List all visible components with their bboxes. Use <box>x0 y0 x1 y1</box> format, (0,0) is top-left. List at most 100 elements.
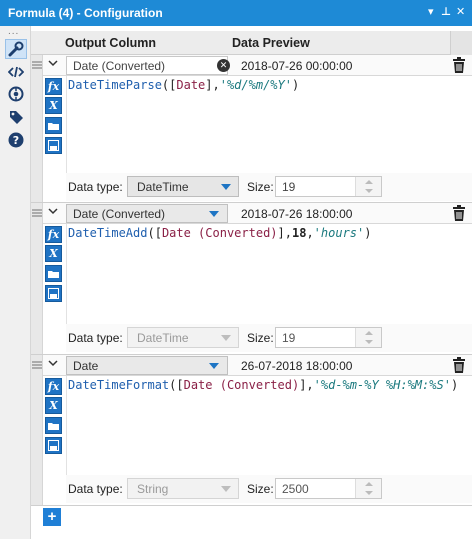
data-type-value: String <box>137 482 169 496</box>
drag-column <box>31 355 43 505</box>
open-folder-icon[interactable] <box>45 265 62 282</box>
title-bar: Formula (4) - Configuration ▾ ⊥ ✕ <box>0 0 472 26</box>
expr-function: DateTimeFormat <box>68 378 170 392</box>
expression-text[interactable]: DateTimeAdd([Date (Converted)],18,'hours… <box>68 226 371 240</box>
trash-icon[interactable] <box>452 357 466 373</box>
expr-field: Date (Converted) <box>161 226 278 240</box>
functions-icon[interactable]: fx <box>45 226 62 243</box>
output-column-input[interactable]: Date (Converted) <box>66 56 228 75</box>
dropdown-arrow-icon <box>221 335 231 341</box>
drag-handle-icon[interactable] <box>32 360 42 370</box>
size-input: 19 <box>275 327 382 348</box>
expr-punct: ], <box>277 226 292 240</box>
save-icon[interactable] <box>45 137 62 154</box>
variables-icon[interactable]: X <box>45 97 62 114</box>
formula-block-1: Date (Converted) ✕ 2018-07-26 00:00:00 f… <box>31 55 472 203</box>
data-type-value: DateTime <box>137 331 189 345</box>
sidebar-grip: ... <box>8 26 20 37</box>
layout-icon[interactable] <box>5 84 27 104</box>
data-type-value: DateTime <box>137 180 189 194</box>
expr-punct: , <box>306 226 314 240</box>
functions-icon[interactable]: fx <box>45 378 62 395</box>
size-stepper[interactable] <box>355 177 381 196</box>
output-column-value: Date (Converted) <box>73 59 166 73</box>
expr-punct: ], <box>299 378 314 392</box>
chevron-down-icon[interactable] <box>48 359 58 370</box>
expr-punct: ) <box>291 78 300 92</box>
trash-icon[interactable] <box>452 205 466 221</box>
expr-punct: ([ <box>147 226 162 240</box>
data-type-select: DateTime <box>127 327 239 348</box>
expr-punct: ], <box>205 78 220 92</box>
formula-header-row: Date (Converted) ✕ 2018-07-26 00:00:00 <box>43 55 472 76</box>
expr-string: '%d/%m/%Y' <box>219 78 292 92</box>
expr-punct: ) <box>364 226 372 240</box>
data-preview-value: 26-07-2018 18:00:00 <box>241 359 353 373</box>
save-icon[interactable] <box>45 285 62 302</box>
code-icon[interactable] <box>5 62 27 82</box>
formula-tools: fx X <box>43 224 65 326</box>
data-preview-value: 2018-07-26 18:00:00 <box>241 207 353 221</box>
chevron-down-icon[interactable] <box>48 59 58 70</box>
formula-header-row: Date 26-07-2018 18:00:00 <box>43 355 472 376</box>
drag-handle-icon[interactable] <box>32 208 42 218</box>
open-folder-icon[interactable] <box>45 417 62 434</box>
data-type-select[interactable]: DateTime <box>127 176 239 197</box>
expression-text[interactable]: DateTimeFormat([Date (Converted)],'%d-%m… <box>68 378 458 392</box>
expression-editor[interactable]: DateTimeFormat([Date (Converted)],'%d-%m… <box>66 376 472 477</box>
data-type-label: Data type: <box>68 482 123 496</box>
divider <box>31 505 472 506</box>
open-folder-icon[interactable] <box>45 117 62 134</box>
drag-handle-icon[interactable] <box>32 60 42 70</box>
data-type-select: String <box>127 478 239 499</box>
add-formula-button[interactable]: + <box>43 508 61 526</box>
expr-function: DateTimeParse <box>68 78 162 92</box>
clear-icon[interactable]: ✕ <box>217 59 230 72</box>
svg-text:?: ? <box>13 134 19 147</box>
pin-icon[interactable]: ⊥ <box>441 5 451 18</box>
expr-field: Date (Converted) <box>183 378 300 392</box>
formula-panel: Output Column Data Preview Date (Convert… <box>31 26 472 539</box>
expression-editor[interactable]: DateTimeParse([Date],'%d/%m/%Y') <box>66 76 472 175</box>
expr-string: 'hours' <box>313 226 365 240</box>
variables-icon[interactable]: X <box>45 245 62 262</box>
functions-icon[interactable]: fx <box>45 78 62 95</box>
data-type-row: Data type: DateTime Size: 19 <box>66 324 472 352</box>
data-type-row: Data type: String Size: 2500 <box>66 475 472 503</box>
data-preview-header: Data Preview <box>232 36 310 50</box>
dropdown-arrow-icon <box>221 184 231 190</box>
output-column-select[interactable]: Date (Converted) <box>66 204 228 223</box>
size-value: 19 <box>282 180 296 194</box>
formula-block-3: Date 26-07-2018 18:00:00 fx X DateTimeFo… <box>31 355 472 505</box>
expr-number: 18 <box>291 226 307 240</box>
size-input[interactable]: 19 <box>275 176 382 197</box>
help-icon[interactable]: ? <box>5 130 27 150</box>
expression-editor[interactable]: DateTimeAdd([Date (Converted)],18,'hours… <box>66 224 472 326</box>
tag-icon[interactable] <box>5 107 27 127</box>
column-header-row: Output Column Data Preview <box>31 31 472 55</box>
close-icon[interactable]: ✕ <box>456 5 465 18</box>
expr-function: DateTimeAdd <box>68 226 148 240</box>
size-stepper <box>355 479 381 498</box>
data-type-row: Data type: DateTime Size: 19 <box>66 173 472 201</box>
menu-dropdown-icon[interactable]: ▾ <box>428 5 434 18</box>
size-value: 2500 <box>282 482 309 496</box>
output-column-value: Date <box>73 359 99 373</box>
size-stepper <box>355 328 381 347</box>
data-type-label: Data type: <box>68 180 123 194</box>
save-icon[interactable] <box>45 437 62 454</box>
window-title: Formula (4) - Configuration <box>8 6 163 20</box>
output-column-select[interactable]: Date <box>66 356 228 375</box>
configuration-icon[interactable] <box>5 39 27 59</box>
dropdown-arrow-icon <box>209 211 219 217</box>
variables-icon[interactable]: X <box>45 397 62 414</box>
output-column-value: Date (Converted) <box>73 207 166 221</box>
expr-field: Date <box>176 78 206 92</box>
chevron-down-icon[interactable] <box>48 207 58 218</box>
header-corner <box>450 31 472 55</box>
expression-text[interactable]: DateTimeParse([Date],'%d/%m/%Y') <box>68 78 299 92</box>
size-label: Size: <box>247 482 274 496</box>
trash-icon[interactable] <box>452 57 466 73</box>
formula-block-2: Date (Converted) 2018-07-26 18:00:00 fx … <box>31 203 472 354</box>
expr-punct: ([ <box>169 378 184 392</box>
